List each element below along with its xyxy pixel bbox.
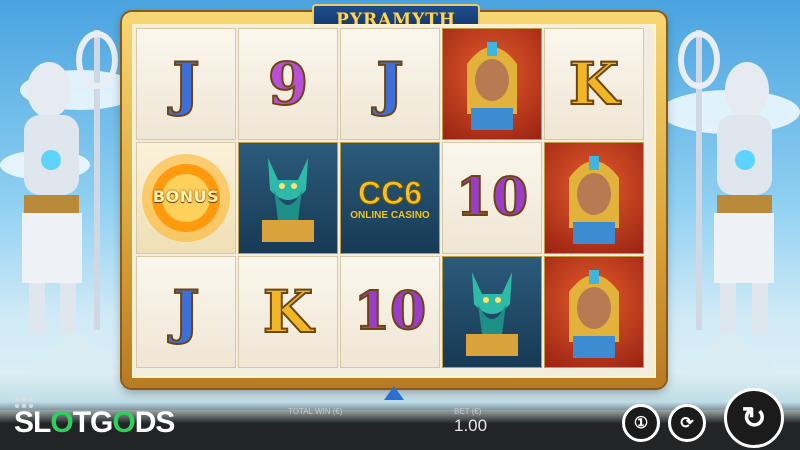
reel-3-row-3: 10 — [340, 256, 440, 368]
reel-grid: J 9 J K BONUS CC6 ONLINE CASINO 10 J K 1… — [136, 28, 644, 368]
bet-label: BET (€) — [454, 407, 482, 416]
cc6-logo-text: CC6 — [357, 175, 422, 212]
slotgods-logo: SLOTGODS — [14, 406, 176, 440]
total-win-label: TOTAL WIN (€) — [288, 407, 343, 416]
symbol-10: 10 — [455, 167, 529, 228]
symbol-10: 10 — [353, 281, 427, 342]
reel-area: J 9 J K BONUS CC6 ONLINE CASINO 10 J K 1… — [132, 24, 656, 378]
horus-statue-left — [22, 30, 118, 333]
horus-statue-right — [678, 30, 774, 333]
cc6-watermark: CC6 ONLINE CASINO — [345, 175, 435, 222]
autoplay-toggle-button[interactable]: ⟳ — [668, 404, 706, 442]
cc6-subtitle: ONLINE CASINO — [350, 210, 430, 221]
reel-1-row-1: J — [136, 28, 236, 140]
up-arrow-icon — [384, 386, 404, 400]
spin-icon: ↻ — [741, 401, 767, 435]
brand-part: DS — [134, 406, 176, 439]
anubis-symbol — [466, 272, 518, 356]
reel-1-row-2: BONUS — [136, 142, 236, 254]
reel-4-row-1 — [442, 28, 542, 140]
bonus-label: BONUS — [152, 187, 220, 206]
symbol-9: 9 — [267, 50, 309, 118]
reel-1-row-3: J — [136, 256, 236, 368]
brand-part: O — [50, 406, 73, 439]
symbol-k: K — [568, 50, 620, 118]
symbol-j: J — [171, 278, 200, 346]
bet-value: 1.00 — [454, 416, 488, 435]
reel-5-row-1: K — [544, 28, 644, 140]
autoplay-button[interactable]: ① — [622, 404, 660, 442]
queen-symbol — [569, 270, 619, 358]
reel-4-row-2: 10 — [442, 142, 542, 254]
reel-2-row-3: K — [238, 256, 338, 368]
reel-3-row-1: J — [340, 28, 440, 140]
brand-part: O — [112, 406, 135, 439]
queen-symbol — [467, 42, 517, 130]
reel-frame: PYRAMYTH J 9 J K BONUS CC6 ONLINE CASINO… — [122, 4, 666, 400]
anubis-symbol — [262, 158, 314, 242]
symbol-k: K — [262, 278, 314, 346]
coin-icon: ① — [633, 415, 649, 432]
reel-2-row-1: 9 — [238, 28, 338, 140]
autoplay-icon: ⟳ — [680, 415, 694, 432]
brand-part: SL — [14, 406, 51, 439]
spin-button[interactable]: ↻ — [724, 388, 784, 448]
reel-3-row-2: CC6 ONLINE CASINO — [340, 142, 440, 254]
reel-5-row-2 — [544, 142, 644, 254]
reel-2-row-2 — [238, 142, 338, 254]
queen-symbol — [569, 156, 619, 244]
symbol-j: J — [375, 50, 404, 118]
bottom-hud: SLOTGODS TOTAL WIN (€) BET (€) 1.00 ① ⟳ … — [0, 388, 800, 450]
reel-4-row-3 — [442, 256, 542, 368]
symbol-j: J — [171, 50, 200, 118]
brand-part: TG — [72, 406, 114, 439]
reel-5-row-3 — [544, 256, 644, 368]
